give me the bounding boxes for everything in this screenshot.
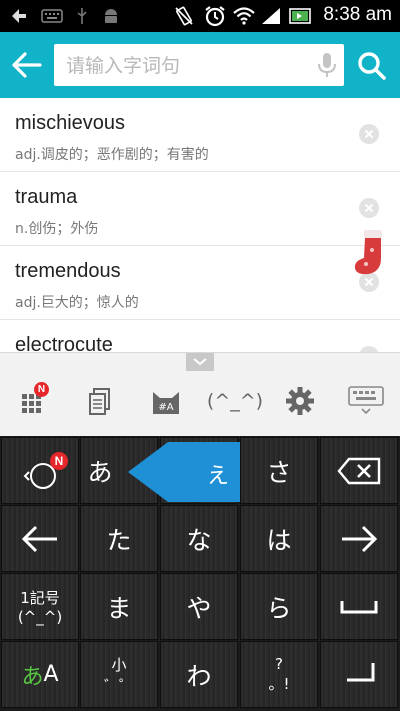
clock: 8:38 am [323, 4, 392, 25]
enter-key[interactable] [320, 641, 398, 708]
key-ha-row[interactable]: は [240, 505, 318, 572]
entry-word: trauma [15, 186, 78, 208]
cursor-right-key[interactable] [320, 505, 398, 572]
symbol-key-top: 1記号 [20, 589, 60, 607]
key-label: ま [106, 593, 132, 623]
keyboard-toolbar: N #A (^_^) [0, 352, 400, 437]
punctuation-sub: 。! [268, 675, 290, 693]
keyboard-icon [40, 6, 64, 26]
key-label: な [186, 525, 212, 555]
history-list: mischievous adj.调皮的；恶作剧的；有害的 trauma n.创伤… [0, 98, 400, 353]
delete-icon[interactable] [359, 198, 379, 218]
android-icon [100, 6, 122, 26]
list-item[interactable]: trauma n.创伤；外伤 [0, 172, 400, 246]
key-emoji-face[interactable]: N [1, 437, 79, 504]
entry-word: mischievous [15, 112, 126, 134]
settings-icon[interactable] [280, 383, 320, 419]
cursor-left-key[interactable] [1, 505, 79, 572]
delete-icon[interactable] [359, 124, 379, 144]
key-ta-row[interactable]: た [80, 505, 158, 572]
kana-mode-label: あ [21, 664, 44, 690]
entry-definition: n.创伤；外伤 [15, 221, 99, 237]
key-label: は [266, 525, 292, 555]
key-label: さ [266, 457, 292, 487]
key-label: た [106, 525, 132, 555]
emoticon-icon[interactable]: (^_^) [206, 383, 264, 419]
small-kana-key[interactable]: 小 ゛゜ [80, 641, 158, 708]
small-kana-label: 小 [111, 655, 127, 674]
space-key[interactable] [320, 573, 398, 640]
key-ra-row[interactable]: ら [240, 573, 318, 640]
punctuation-key[interactable]: ? 。! [240, 641, 318, 708]
flick-preview-char: え [207, 464, 230, 489]
key-label: わ [186, 661, 212, 691]
grid-icon[interactable]: N [14, 382, 54, 419]
punctuation-label: ? [275, 655, 283, 673]
signal-icon [260, 6, 282, 26]
list-item[interactable]: tremendous adj.巨大的；惊人的 [0, 246, 400, 320]
list-item[interactable]: mischievous adj.调皮的；恶作剧的；有害的 [0, 98, 400, 172]
usb-icon [72, 6, 92, 26]
key-label: あ [87, 457, 113, 487]
notification-badge: N [34, 382, 49, 397]
key-ma-row[interactable]: ま [80, 573, 158, 640]
list-item[interactable]: electrocute [0, 320, 400, 353]
wifi-icon [232, 6, 256, 26]
svg-text:#A: #A [158, 402, 173, 413]
search-box [54, 44, 344, 88]
entry-word: electrocute [15, 334, 113, 353]
key-ya-row[interactable]: や [160, 573, 238, 640]
language-toggle-key[interactable]: あ A [1, 641, 79, 708]
entry-definition: adj.巨大的；惊人的 [15, 295, 139, 311]
microphone-icon[interactable] [316, 52, 338, 78]
cat-icon[interactable]: #A [146, 383, 186, 419]
search-input[interactable] [64, 44, 308, 88]
chevron-down-icon[interactable] [186, 353, 214, 371]
emoticon-label: (^_^) [206, 390, 264, 412]
entry-word: tremendous [15, 260, 121, 282]
arrow-left-icon[interactable] [10, 49, 44, 81]
dakuten-label: ゛゜ [103, 676, 134, 695]
status-bar: 8:38 am [0, 0, 400, 32]
symbol-key-bottom: (^_^) [17, 608, 63, 626]
key-label: や [186, 593, 212, 623]
backspace-key[interactable] [320, 437, 398, 504]
key-sa-row[interactable]: さ [240, 437, 318, 504]
keyboard-hide-icon[interactable] [344, 383, 388, 419]
latin-mode-label: A [43, 662, 59, 687]
battery-icon [288, 6, 312, 26]
key-label: ら [266, 593, 292, 623]
key-wa-row[interactable]: わ [160, 641, 238, 708]
alarm-icon [202, 6, 228, 27]
search-icon[interactable] [354, 49, 390, 83]
no-vibrate-icon [172, 6, 196, 26]
entry-definition: adj.调皮的；恶作剧的；有害的 [15, 147, 209, 163]
christmas-sock-icon[interactable] [350, 228, 390, 280]
back-icon [8, 6, 30, 26]
key-na-row[interactable]: な [160, 505, 238, 572]
notification-badge: N [50, 452, 68, 470]
clipboard-icon[interactable] [80, 383, 120, 419]
search-header [0, 32, 400, 98]
symbol-key[interactable]: 1記号 (^_^) [1, 573, 79, 640]
